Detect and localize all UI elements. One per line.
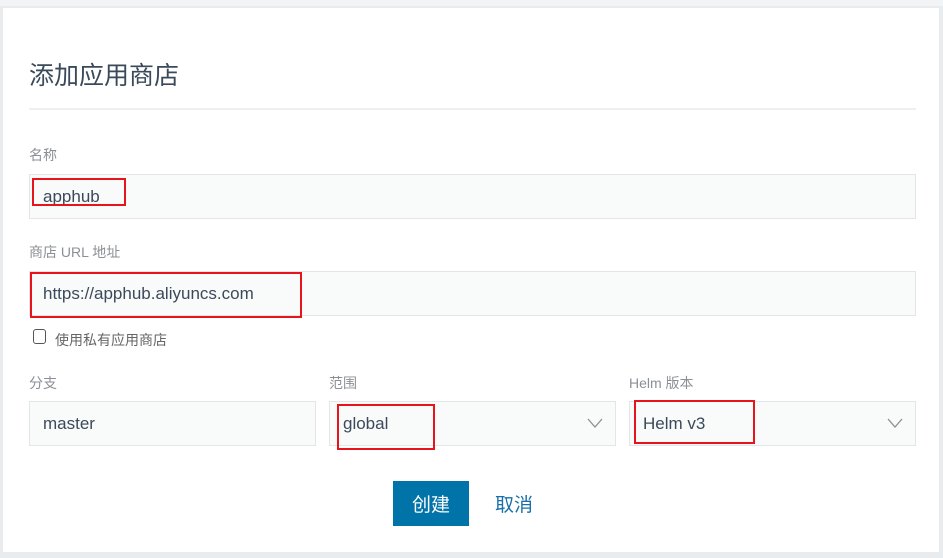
add-app-store-dialog: 添加应用商店 名称 apphub 商店 URL 地址 https://apphu…: [3, 8, 939, 552]
url-label: 商店 URL 地址: [29, 244, 121, 260]
create-button[interactable]: 创建: [393, 481, 469, 526]
highlight-box: [337, 404, 435, 450]
highlight-box: [32, 178, 126, 206]
highlight-box: [30, 272, 302, 318]
chevron-down-icon: [887, 418, 903, 428]
name-input[interactable]: apphub: [29, 174, 916, 219]
cancel-button[interactable]: 取消: [495, 481, 533, 526]
chevron-down-icon: [587, 418, 603, 428]
branch-label: 分支: [29, 375, 57, 391]
divider: [29, 108, 916, 110]
private-store-label[interactable]: 使用私有应用商店: [55, 330, 167, 350]
helm-version-label: Helm 版本: [629, 375, 694, 391]
scope-label: 范围: [329, 375, 357, 391]
background-bar: [0, 0, 943, 6]
name-label: 名称: [29, 147, 57, 163]
private-store-checkbox[interactable]: [33, 329, 46, 344]
branch-value: master: [43, 413, 95, 433]
dialog-title: 添加应用商店: [29, 62, 180, 90]
branch-input[interactable]: master: [29, 401, 316, 446]
highlight-box: [634, 400, 755, 444]
